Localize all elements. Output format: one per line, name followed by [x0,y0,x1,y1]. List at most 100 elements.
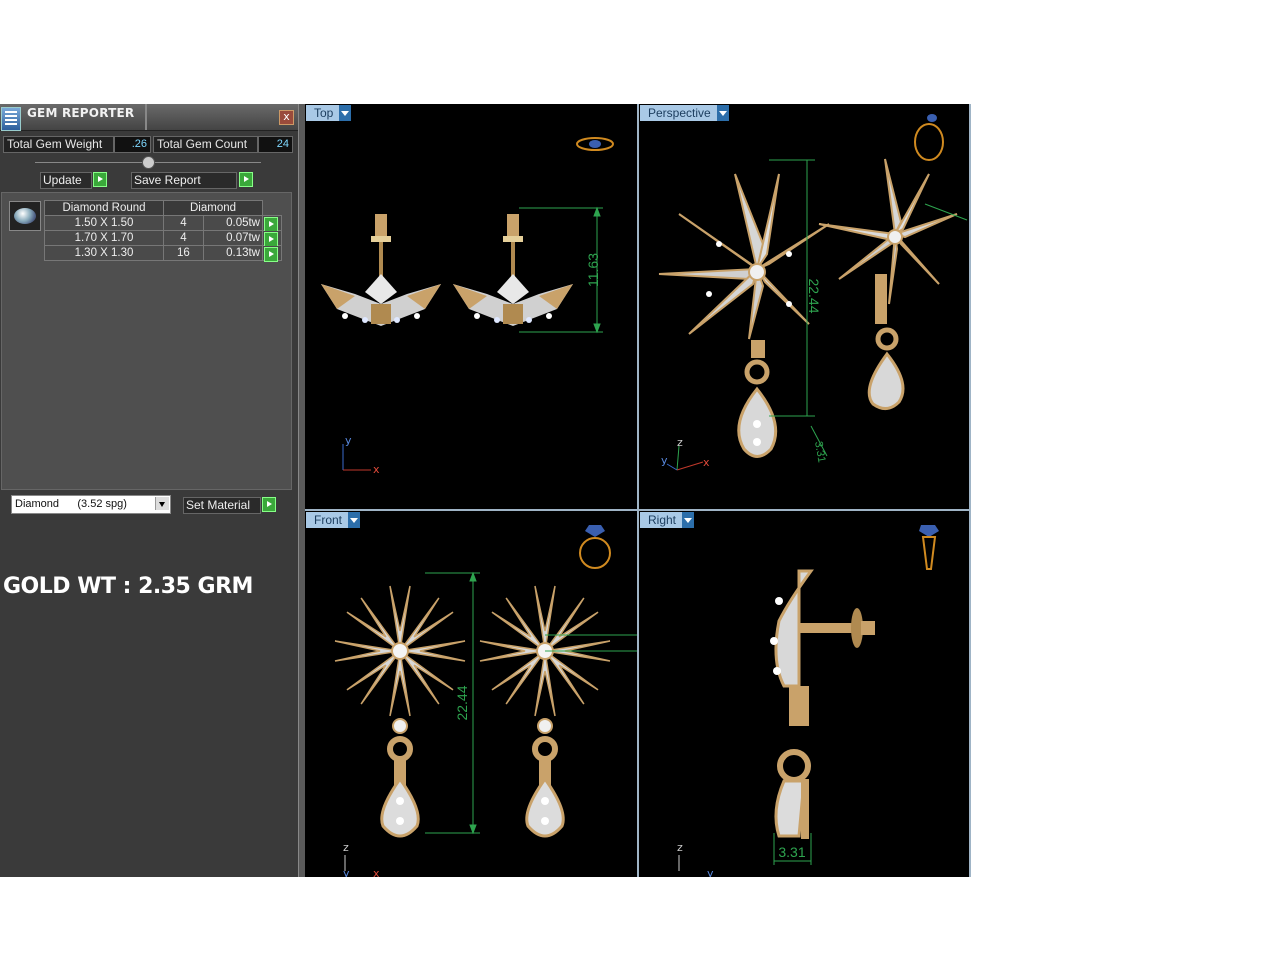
row-go-cell [262,230,282,247]
gem-weight: 0.07tw [202,230,264,246]
earring-top-view-left [321,214,441,326]
gem-table: Diamond Round Diamond 1.50 X 1.50 4 0.05… [44,200,282,262]
earring-top-view-right [453,214,573,326]
axis-triad: z y x [343,841,380,877]
axis-x-label: x [373,463,380,476]
dimension-line-perspective [769,159,968,457]
gem-size: 1.50 X 1.50 [44,215,164,231]
axis-triad: z y x [661,436,710,471]
set-material-button-label: Set Material [186,498,251,512]
panel-title-bar: GEM REPORTER x [0,104,298,131]
chevron-down-icon[interactable] [348,512,361,528]
gem-list-area: Diamond Round Diamond 1.50 X 1.50 4 0.05… [1,192,292,490]
close-icon[interactable]: x [279,110,294,125]
row-go-icon[interactable] [264,247,278,262]
earring-perspective-left [658,173,830,458]
gem-reporter-panel: GEM REPORTER x Total Gem Weight .26 Tota… [0,104,298,877]
set-material-button[interactable]: Set Material [183,497,261,514]
ring-view-icon[interactable] [579,525,611,569]
gem-table-header: Diamond Round Diamond [44,200,282,216]
chevron-down-icon[interactable] [682,512,695,528]
viewport-front[interactable]: 22.44 z y x Front [305,511,637,877]
viewport-right[interactable]: 3.31 z y Right [639,511,969,877]
axis-y-label: y [343,867,350,877]
front-dimension-label: 22.44 [454,685,470,720]
slider-handle[interactable] [142,156,155,169]
axis-z-label: z [343,841,349,854]
gem-size: 1.30 X 1.30 [44,245,164,261]
earring-front-view-left [334,585,466,838]
gem-size: 1.70 X 1.70 [44,230,164,246]
viewport-top[interactable]: 11.63 y x Top [305,104,637,509]
gem-reporter-app-icon [1,107,21,131]
save-report-go-icon[interactable] [239,172,253,187]
row-go-cell [262,245,282,262]
front-view-render: 22.44 z y x [334,525,637,877]
gold-weight-annotation: GOLD WT : 2.35 GRM [3,574,253,599]
top-dimension-label: 11.63 [585,253,601,287]
right-view-render: 3.31 z y [677,525,939,877]
panel-splitter[interactable] [298,104,305,877]
tab-front[interactable]: Front [306,512,361,528]
set-material-go-icon[interactable] [262,497,276,512]
row-go-cell [262,215,282,232]
total-gem-count-value: 24 [258,136,293,153]
gem-count: 4 [163,215,204,231]
view-cube-icon[interactable] [576,137,614,151]
right-dimension-label: 3.31 [778,844,805,860]
top-view-render: 11.63 y x [321,137,614,476]
axis-triad: z y [677,841,714,877]
save-report-button-label: Save Report [134,173,201,187]
ring-view-icon[interactable] [914,114,944,161]
perspective-dimension2-label: 3.31 [812,440,828,463]
earring-front-view-right [479,585,611,838]
diamond-gem-icon[interactable] [9,201,41,231]
viewport-perspective[interactable]: 22.44 3.31 z y x Perspective [639,104,969,509]
update-button-label: Update [43,173,82,187]
gem-count: 4 [163,230,204,246]
viewport-divider-horizontal[interactable] [305,509,971,511]
total-gem-weight-label: Total Gem Weight [3,136,114,153]
chevron-down-icon[interactable] [716,105,729,121]
tab-perspective[interactable]: Perspective [640,105,729,121]
axis-y-label: y [707,867,714,877]
earring-right-view [770,569,875,839]
update-go-icon[interactable] [93,172,107,187]
table-row[interactable]: 1.30 X 1.30 16 0.13tw [44,245,282,262]
tab-perspective-label: Perspective [648,106,711,120]
axis-y-label: y [345,434,352,447]
axis-z-label: z [677,436,683,449]
header-diamond: Diamond [163,200,263,216]
pendant-view-icon[interactable] [919,525,939,570]
tab-top-label: Top [314,106,334,120]
total-gem-count-label: Total Gem Count [153,136,258,153]
axis-x-label: x [373,867,380,877]
total-gem-weight-value: .26 [114,136,151,153]
tab-right-label: Right [648,513,677,527]
perspective-dimension-label: 22.44 [806,278,822,313]
table-row[interactable]: 1.50 X 1.50 4 0.05tw [44,215,282,232]
axis-triad: y x [342,434,380,476]
material-select-value: Diamond (3.52 spg) [15,498,127,510]
tab-front-label: Front [314,513,343,527]
gem-count: 16 [163,245,204,261]
perspective-view-render: 22.44 3.31 z y x [658,114,968,471]
axis-y-label: y [661,454,668,467]
axis-x-label: x [703,456,710,469]
tab-top[interactable]: Top [306,105,352,121]
axis-z-label: z [677,841,683,854]
viewport-border-right [969,104,971,877]
chevron-down-icon[interactable] [155,497,169,510]
save-report-button[interactable]: Save Report [131,172,237,189]
table-row[interactable]: 1.70 X 1.70 4 0.07tw [44,230,282,247]
viewport-divider-vertical[interactable] [637,104,639,877]
chevron-down-icon[interactable] [339,105,352,121]
earring-perspective-right [818,158,958,410]
panel-title: GEM REPORTER [27,106,135,120]
update-button[interactable]: Update [40,172,92,189]
gem-weight: 0.05tw [202,215,264,231]
material-select[interactable]: Diamond (3.52 spg) [11,495,171,514]
title-tab-edge [145,104,147,130]
header-diamond-round: Diamond Round [44,200,164,216]
tab-right[interactable]: Right [640,512,695,528]
